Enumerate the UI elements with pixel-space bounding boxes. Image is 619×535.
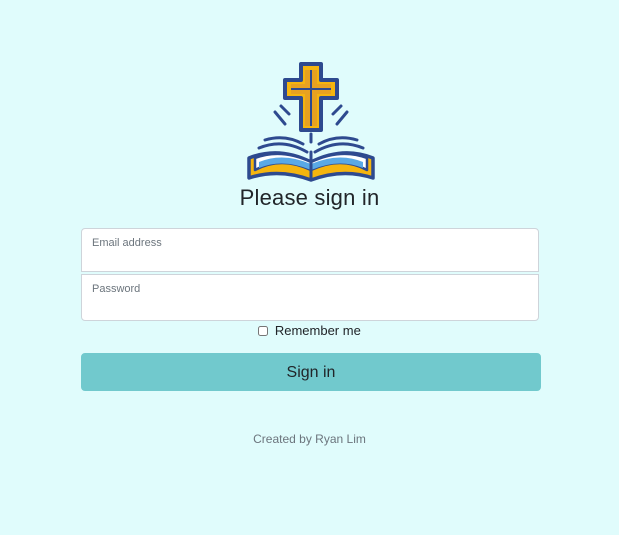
sign-in-button[interactable]: Sign in [81, 353, 541, 391]
remember-me-checkbox[interactable] [258, 326, 269, 336]
email-field[interactable]: Email address [81, 228, 539, 272]
remember-me-row[interactable]: Remember me [0, 323, 619, 338]
footer-credit: Created by Ryan Lim [253, 432, 366, 446]
cross-and-bible-logo-icon [245, 62, 377, 184]
page-title: Please sign in [239, 185, 380, 210]
remember-me-label: Remember me [274, 323, 361, 338]
password-label: Password [92, 283, 141, 295]
password-input[interactable] [92, 300, 528, 316]
email-label: Email address [92, 237, 162, 249]
password-field[interactable]: Password [81, 274, 539, 321]
email-input[interactable] [92, 251, 528, 267]
